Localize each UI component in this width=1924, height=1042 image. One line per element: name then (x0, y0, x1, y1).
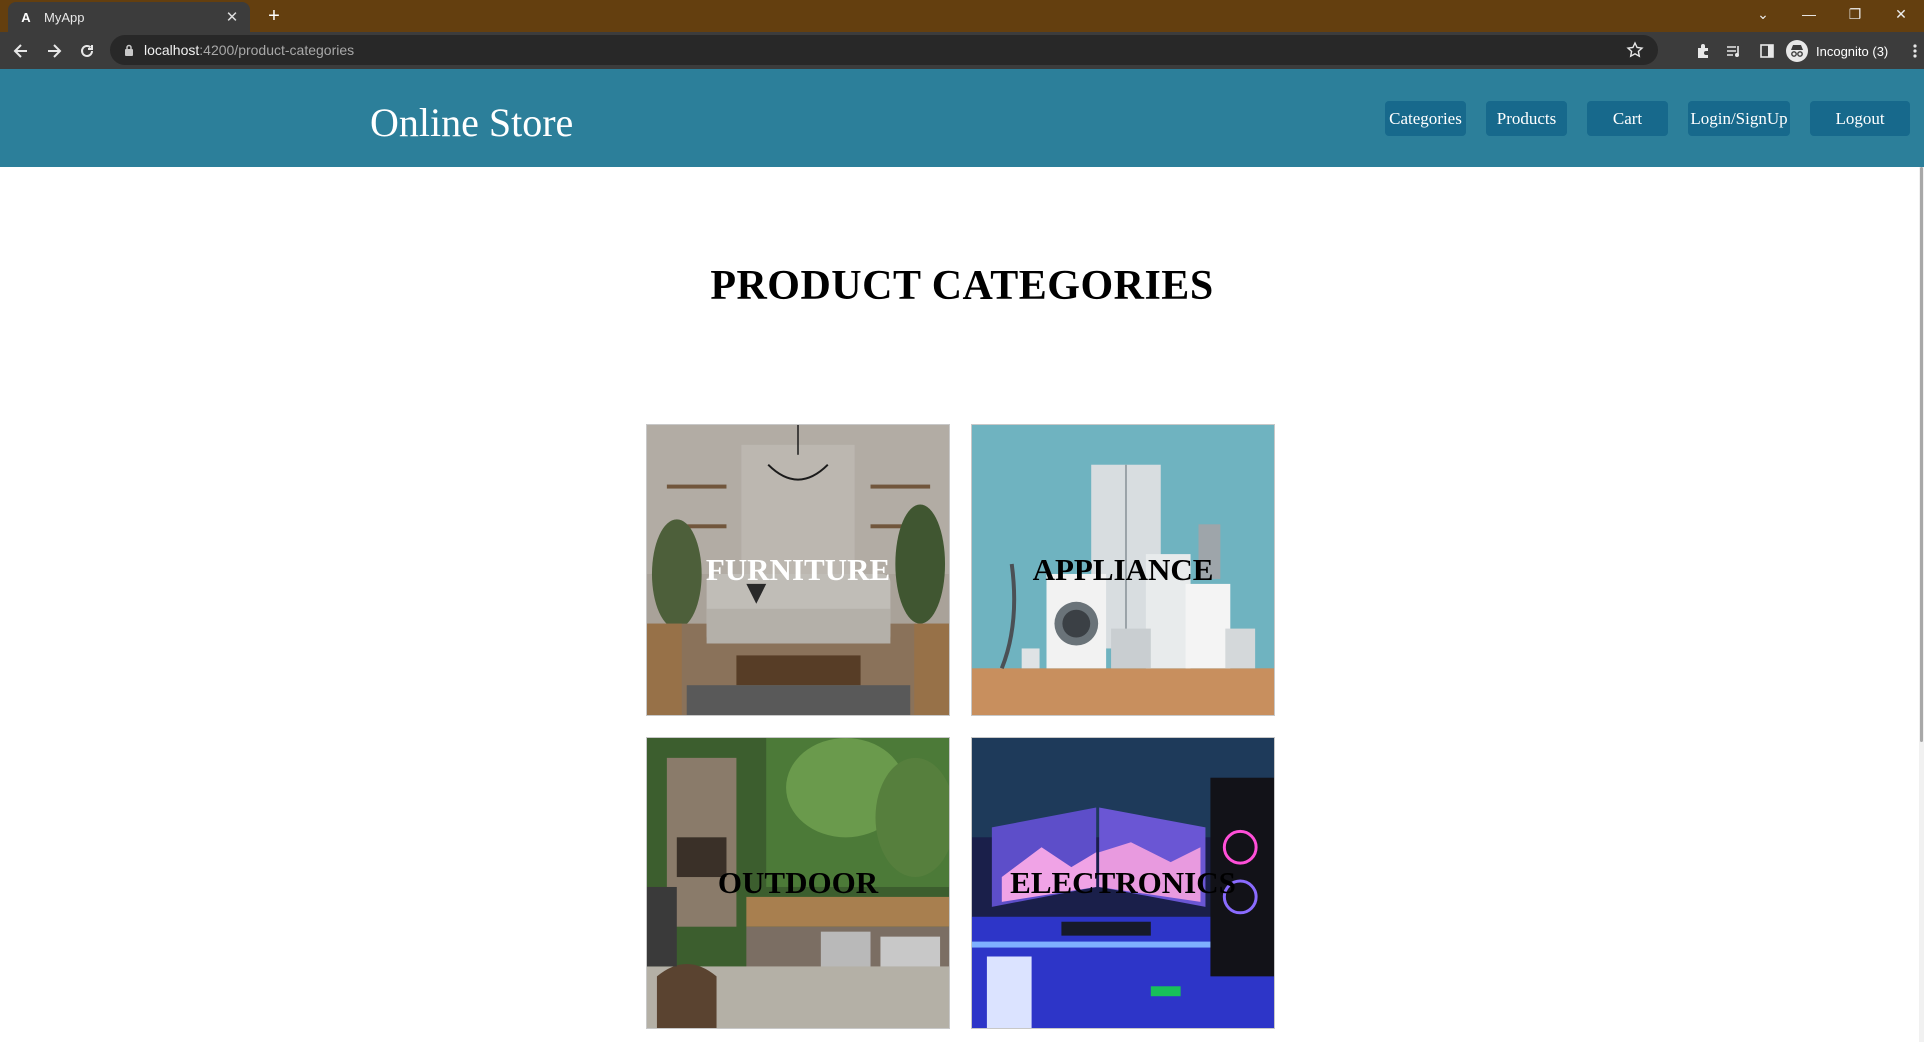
new-tab-button[interactable]: + (262, 4, 286, 28)
page-title: PRODUCT CATEGORIES (710, 263, 1214, 309)
window-controls: ⌄ — ❐ ✕ (1740, 0, 1924, 28)
profile-label: Incognito (3) (1816, 43, 1889, 59)
nav-products-button[interactable]: Products (1486, 101, 1567, 136)
angular-favicon-icon: A (21, 9, 31, 25)
profile-button[interactable]: Incognito (3) (1786, 38, 1888, 64)
tab-search-icon[interactable]: ⌄ (1740, 6, 1786, 23)
browser-tab-strip: A MyApp ✕ + ⌄ — ❐ ✕ (0, 0, 1924, 32)
extensions-icon[interactable] (1692, 40, 1714, 62)
category-label: FURNITURE (705, 552, 891, 587)
reload-icon[interactable] (74, 38, 100, 64)
category-label: OUTDOOR (717, 865, 879, 900)
url-host: localhost (144, 42, 200, 58)
app-header: Online Store Categories Products Cart Lo… (0, 69, 1924, 167)
sidepanel-icon[interactable] (1756, 40, 1778, 62)
forward-icon[interactable] (41, 38, 67, 64)
incognito-icon (1786, 40, 1808, 62)
nav-login-signup-button[interactable]: Login/SignUp (1688, 101, 1790, 136)
address-bar[interactable]: localhost:4200/product-categories (110, 35, 1658, 65)
close-window-icon[interactable]: ✕ (1878, 6, 1924, 23)
category-card-appliance[interactable]: APPLIANCE (971, 424, 1275, 716)
scrollbar-thumb[interactable] (1920, 167, 1923, 742)
category-card-electronics[interactable]: ELECTRONICS (971, 737, 1275, 1029)
nav-categories-button[interactable]: Categories (1385, 101, 1466, 136)
nav-cart-button[interactable]: Cart (1587, 101, 1668, 136)
browser-tab[interactable]: A MyApp ✕ (8, 2, 250, 32)
category-card-outdoor[interactable]: OUTDOOR (646, 737, 950, 1029)
main-nav: Categories Products Cart Login/SignUp Lo… (0, 101, 1924, 136)
category-label: ELECTRONICS (1010, 865, 1236, 900)
lock-icon[interactable] (124, 44, 134, 56)
nav-logout-button[interactable]: Logout (1810, 101, 1910, 136)
media-icon[interactable] (1722, 40, 1744, 62)
tab-title: MyApp (44, 9, 85, 25)
browser-toolbar: localhost:4200/product-categories Incogn… (0, 32, 1924, 69)
minimize-icon[interactable]: — (1786, 6, 1832, 22)
star-icon[interactable] (1626, 41, 1644, 62)
back-icon[interactable] (8, 38, 34, 64)
category-card-furniture[interactable]: FURNITURE (646, 424, 950, 716)
url-path: :4200/product-categories (199, 42, 355, 58)
menu-icon[interactable] (1904, 40, 1924, 62)
restore-icon[interactable]: ❐ (1832, 6, 1878, 23)
category-label: APPLIANCE (1032, 552, 1214, 587)
tab-close-icon[interactable]: ✕ (224, 8, 240, 26)
